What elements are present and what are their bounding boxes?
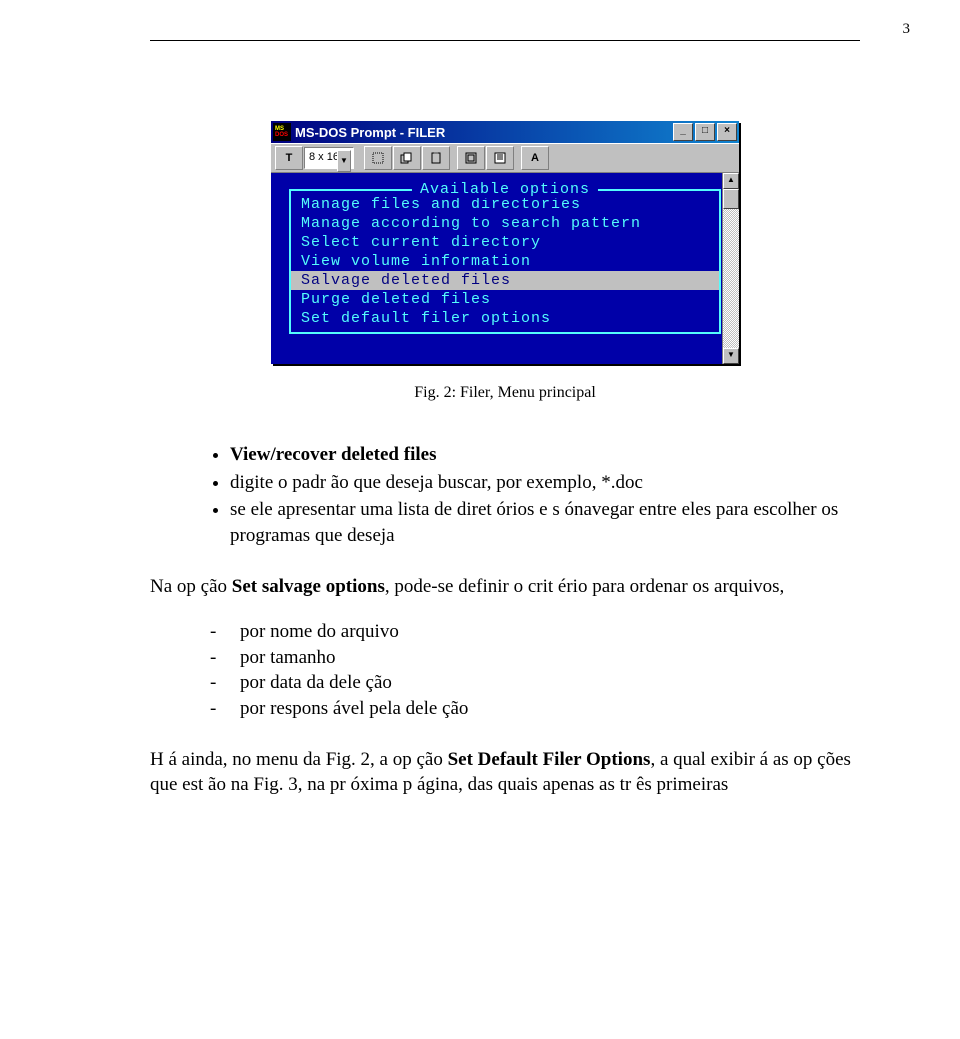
- bullet-list: View/recover deleted files digite o padr…: [150, 442, 860, 549]
- font-size-dropdown[interactable]: 8 x 16: [304, 147, 354, 169]
- scrollbar[interactable]: ▲ ▼: [722, 173, 739, 364]
- paste-icon[interactable]: [422, 146, 450, 170]
- list-item: -por respons ável pela dele ção: [210, 696, 860, 722]
- titlebar: MSDOS MS-DOS Prompt - FILER _ □ ×: [271, 121, 739, 143]
- font-a-icon[interactable]: A: [521, 146, 549, 170]
- toolbar: T 8 x 16 A: [271, 143, 739, 173]
- page-number: 3: [903, 21, 911, 38]
- list-item: View/recover deleted files: [230, 442, 860, 468]
- scroll-down-icon[interactable]: ▼: [723, 348, 739, 364]
- menu-item[interactable]: Purge deleted files: [291, 290, 719, 309]
- figure-caption: Fig. 2: Filer, Menu principal: [150, 384, 860, 402]
- menu-item[interactable]: View volume information: [291, 252, 719, 271]
- list-item: se ele apresentar uma lista de diret óri…: [230, 497, 860, 548]
- list-item: -por nome do arquivo: [210, 619, 860, 645]
- mark-icon[interactable]: [364, 146, 392, 170]
- panel-title: Available options: [412, 181, 598, 198]
- dash-list: -por nome do arquivo -por tamanho -por d…: [150, 619, 860, 722]
- msdos-icon[interactable]: MSDOS: [273, 123, 291, 141]
- list-item: -por tamanho: [210, 645, 860, 671]
- font-tool-icon[interactable]: T: [275, 146, 303, 170]
- dos-screen: Available options Manage files and direc…: [271, 173, 739, 364]
- minimize-button[interactable]: _: [673, 123, 693, 141]
- window-title: MS-DOS Prompt - FILER: [295, 125, 673, 140]
- list-item: digite o padr ão que deseja buscar, por …: [230, 470, 860, 496]
- menu-item[interactable]: Set default filer options: [291, 309, 719, 328]
- menu-item-selected[interactable]: Salvage deleted files: [291, 271, 719, 290]
- msdos-window: MSDOS MS-DOS Prompt - FILER _ □ × T 8 x …: [271, 121, 739, 364]
- paragraph: Na op ção Set salvage options, pode-se d…: [150, 574, 860, 600]
- menu-item[interactable]: Select current directory: [291, 233, 719, 252]
- paragraph: H á ainda, no menu da Fig. 2, a op ção S…: [150, 747, 860, 798]
- menu-item[interactable]: Manage according to search pattern: [291, 214, 719, 233]
- list-item: -por data da dele ção: [210, 670, 860, 696]
- close-button[interactable]: ×: [717, 123, 737, 141]
- scroll-thumb[interactable]: [723, 189, 739, 209]
- fullscreen-icon[interactable]: [457, 146, 485, 170]
- scroll-up-icon[interactable]: ▲: [723, 173, 739, 189]
- properties-icon[interactable]: [486, 146, 514, 170]
- copy-icon[interactable]: [393, 146, 421, 170]
- options-panel: Available options Manage files and direc…: [289, 189, 721, 334]
- maximize-button[interactable]: □: [695, 123, 715, 141]
